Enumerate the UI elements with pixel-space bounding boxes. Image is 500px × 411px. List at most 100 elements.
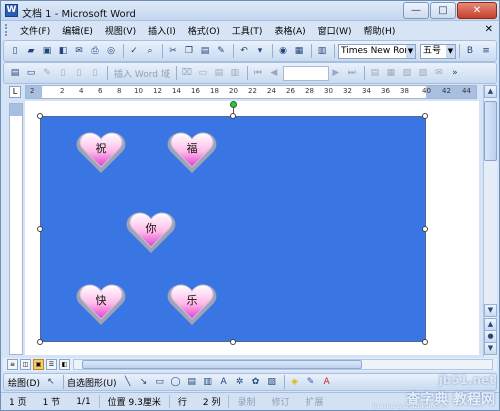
- autoshapes-button[interactable]: 自选图形(U): [67, 376, 117, 389]
- undo-icon[interactable]: ↶: [237, 44, 251, 58]
- resize-handle-bottom-left[interactable]: [37, 339, 43, 345]
- email-icon[interactable]: ✉: [72, 44, 86, 58]
- oval-icon[interactable]: ◯: [169, 375, 183, 389]
- bold-icon[interactable]: B: [463, 44, 477, 58]
- open-data-source-icon[interactable]: ▭: [24, 66, 38, 80]
- fill-color-icon[interactable]: ◈: [288, 375, 302, 389]
- menu-help[interactable]: 帮助(H): [358, 24, 402, 37]
- menu-file[interactable]: 文件(F): [14, 24, 56, 37]
- prev-record-icon[interactable]: ◀: [267, 66, 281, 80]
- draw-menu-button[interactable]: 绘图(D): [8, 376, 40, 389]
- view-merged-data-icon[interactable]: ⌧: [180, 66, 194, 80]
- merge-to-new-icon[interactable]: ▧: [400, 66, 414, 80]
- chevron-down-icon[interactable]: ▼: [446, 44, 455, 58]
- web-layout-icon[interactable]: ◫: [20, 359, 31, 370]
- next-record-icon[interactable]: ▶: [329, 66, 343, 80]
- find-entry-icon[interactable]: ▤: [368, 66, 382, 80]
- format-painter-icon[interactable]: ✎: [214, 44, 228, 58]
- save-icon[interactable]: ▣: [40, 44, 54, 58]
- cut-icon[interactable]: ✂: [166, 44, 180, 58]
- menu-window[interactable]: 窗口(W): [312, 24, 358, 37]
- heart-shape[interactable]: 祝: [75, 129, 127, 175]
- record-number-field[interactable]: [282, 65, 329, 81]
- font-name-select[interactable]: Times New Roma ▼: [338, 43, 416, 59]
- toolbar-options-icon[interactable]: »: [495, 44, 496, 58]
- heart-shape[interactable]: 福: [166, 129, 218, 175]
- wordart-icon[interactable]: A: [217, 375, 231, 389]
- vertical-scroll-thumb[interactable]: [484, 101, 497, 161]
- document-close-icon[interactable]: ✕: [485, 24, 493, 35]
- undo-dropdown-icon[interactable]: ▾: [253, 44, 267, 58]
- main-document-setup-icon[interactable]: ▤: [8, 66, 22, 80]
- copy-icon[interactable]: ❐: [182, 44, 196, 58]
- outline-view-icon[interactable]: ☰: [46, 359, 57, 370]
- last-record-icon[interactable]: ⏭: [345, 66, 359, 80]
- preview-icon[interactable]: ◎: [104, 44, 118, 58]
- line-icon[interactable]: ╲: [121, 375, 135, 389]
- match-fields-icon[interactable]: ▤: [212, 66, 226, 80]
- new-icon[interactable]: ▯: [8, 44, 22, 58]
- horizontal-scroll-thumb[interactable]: [82, 360, 362, 369]
- arrow-icon[interactable]: ↘: [137, 375, 151, 389]
- heart-shape[interactable]: 你: [125, 209, 177, 255]
- merge-to-email-icon[interactable]: ✉: [432, 66, 446, 80]
- heart-shape[interactable]: 乐: [166, 281, 218, 327]
- line-color-icon[interactable]: ✎: [304, 375, 318, 389]
- maximize-button[interactable]: □: [430, 2, 456, 19]
- diagram-icon[interactable]: ✲: [233, 375, 247, 389]
- check-errors-icon[interactable]: ▦: [384, 66, 398, 80]
- resize-handle-top-right[interactable]: [422, 113, 428, 119]
- picture-icon[interactable]: ▨: [265, 375, 279, 389]
- first-record-icon[interactable]: ⏮: [251, 66, 265, 80]
- horizontal-scrollbar[interactable]: [73, 359, 493, 370]
- align-center-icon[interactable]: ≡: [479, 44, 493, 58]
- insert-word-field-button[interactable]: 插入 Word 域: [114, 67, 170, 80]
- rectangle-icon[interactable]: ▭: [153, 375, 167, 389]
- menu-grip-icon[interactable]: [5, 24, 8, 36]
- normal-view-icon[interactable]: ≡: [7, 359, 18, 370]
- text-box-icon[interactable]: ▤: [185, 375, 199, 389]
- research-icon[interactable]: ⌕: [143, 44, 157, 58]
- tab-selector[interactable]: L: [9, 86, 21, 98]
- insert-greeting-icon[interactable]: ▯: [72, 66, 86, 80]
- open-icon[interactable]: ▰: [24, 44, 38, 58]
- vertical-text-box-icon[interactable]: ▥: [201, 375, 215, 389]
- font-color-icon[interactable]: A: [320, 375, 334, 389]
- menu-edit[interactable]: 编辑(E): [56, 24, 99, 37]
- resize-handle-bottom[interactable]: [230, 339, 236, 345]
- table-icon[interactable]: ▦: [292, 44, 306, 58]
- menu-table[interactable]: 表格(A): [268, 24, 311, 37]
- menu-tools[interactable]: 工具(T): [226, 24, 269, 37]
- resize-handle-bottom-right[interactable]: [422, 339, 428, 345]
- heart-shape[interactable]: 快: [75, 281, 127, 327]
- status-trk[interactable]: 修订: [263, 395, 297, 408]
- resize-handle-top-left[interactable]: [37, 113, 43, 119]
- chevron-down-icon[interactable]: ▼: [406, 44, 415, 58]
- status-rec[interactable]: 录制: [228, 395, 263, 408]
- insert-merge-fields-icon[interactable]: ▯: [88, 66, 102, 80]
- vertical-scrollbar[interactable]: ▲ ▼ ▲ ● ▼: [483, 85, 497, 357]
- recipients-icon[interactable]: ✎: [40, 66, 54, 80]
- menu-format[interactable]: 格式(O): [182, 24, 226, 37]
- next-page-icon[interactable]: ▼: [484, 342, 497, 355]
- resize-handle-right[interactable]: [422, 226, 428, 232]
- permission-icon[interactable]: ◧: [56, 44, 70, 58]
- select-objects-icon[interactable]: ↖: [44, 375, 58, 389]
- toolbar-options-icon[interactable]: »: [448, 66, 462, 80]
- menu-insert[interactable]: 插入(I): [142, 24, 182, 37]
- clip-art-icon[interactable]: ✿: [249, 375, 263, 389]
- vertical-ruler[interactable]: [9, 103, 23, 355]
- rotate-handle[interactable]: [230, 101, 237, 108]
- reading-layout-icon[interactable]: ◧: [59, 359, 70, 370]
- highlight-fields-icon[interactable]: ▭: [196, 66, 210, 80]
- minimize-button[interactable]: —: [403, 2, 429, 19]
- merge-to-printer-icon[interactable]: ▨: [416, 66, 430, 80]
- propagate-labels-icon[interactable]: ▥: [228, 66, 242, 80]
- scroll-up-icon[interactable]: ▲: [484, 85, 497, 98]
- hyperlink-icon[interactable]: ◉: [276, 44, 290, 58]
- resize-handle-left[interactable]: [37, 226, 43, 232]
- menu-view[interactable]: 视图(V): [99, 24, 142, 37]
- print-layout-icon[interactable]: ▣: [33, 359, 44, 370]
- resize-handle-top[interactable]: [230, 113, 236, 119]
- font-size-select[interactable]: 五号 ▼: [420, 43, 456, 59]
